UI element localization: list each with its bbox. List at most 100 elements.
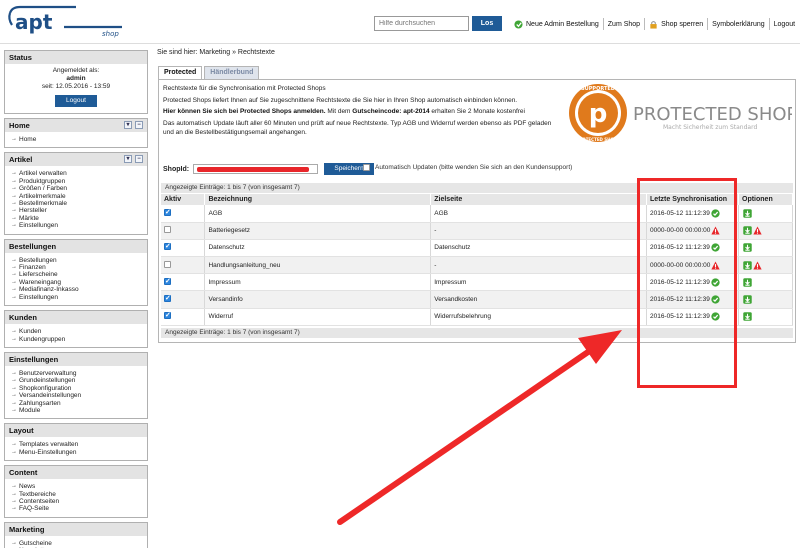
active-checkbox[interactable]	[164, 226, 171, 234]
sidebar-item[interactable]: Shopkonfiguration	[11, 385, 141, 393]
download-icon[interactable]	[743, 295, 752, 304]
minimize-icon[interactable]: −	[135, 121, 143, 129]
header: apt shop Los Neue Admin Bestellung Zum S…	[0, 0, 800, 44]
minimize-icon[interactable]: −	[135, 155, 143, 164]
sidebar-section-title-text: Content	[9, 468, 38, 478]
download-icon[interactable]	[743, 243, 752, 253]
register-link[interactable]: Hier können Sie sich bei Protected Shops…	[163, 108, 326, 115]
active-checkbox[interactable]	[164, 242, 171, 251]
sidebar-item[interactable]: Bestellmerkmale	[11, 200, 141, 208]
logo-sub: shop	[102, 30, 119, 38]
new-admin-order-link[interactable]: Neue Admin Bestellung	[510, 18, 604, 30]
search-button[interactable]: Los	[472, 16, 502, 31]
active-checkbox[interactable]	[164, 208, 171, 216]
sidebar-section-title-text: Einstellungen	[9, 354, 59, 364]
sidebar-item[interactable]: Kundengruppen	[11, 336, 141, 344]
sidebar-item[interactable]: Artikel verwalten	[11, 170, 141, 178]
sidebar-item[interactable]: News	[11, 483, 141, 491]
to-shop-label: Zum Shop	[607, 20, 641, 28]
shopid-input[interactable]	[193, 164, 319, 174]
download-icon[interactable]	[743, 312, 752, 321]
sidebar-item[interactable]: Gutscheine	[11, 540, 141, 548]
sidebar-section-body: BestellungenFinanzenLieferscheineWarenei…	[5, 253, 147, 305]
search-box: Los	[374, 16, 504, 31]
sidebar-section-title-text: Artikel	[9, 155, 33, 165]
active-checkbox[interactable]	[164, 277, 171, 285]
sidebar-item[interactable]: Einstellungen	[11, 294, 141, 302]
sidebar-item[interactable]: Module	[11, 407, 141, 415]
sidebar-section-title-text: Marketing	[9, 524, 45, 534]
tab-protected[interactable]: Protected	[158, 66, 203, 79]
active-cell	[161, 308, 206, 326]
active-cell	[161, 273, 206, 292]
shopid-label: ShopId:	[163, 165, 190, 173]
intro-title: Rechtstexte für die Synchronisation mit …	[163, 85, 326, 92]
warning-icon	[753, 261, 762, 270]
sidebar-item[interactable]: Einstellungen	[11, 222, 141, 230]
sidebar-item[interactable]: Mediafinanz-Inkasso	[11, 286, 141, 294]
add-order-icon	[514, 19, 523, 29]
col-zielseite[interactable]: Zielseite	[430, 194, 648, 205]
active-checkbox[interactable]	[164, 311, 171, 320]
search-input[interactable]	[374, 16, 469, 31]
intro-text: Rechtstexte für die Synchronisation mit …	[163, 84, 563, 138]
download-icon[interactable]	[743, 260, 752, 270]
sidebar-item[interactable]: Zahlungsarten	[11, 400, 141, 408]
sidebar-item[interactable]: Artikelmerkmale	[11, 193, 141, 201]
sidebar-item[interactable]: Größen / Farben	[11, 185, 141, 193]
intro-p2: Hier können Sie sich bei Protected Shops…	[163, 107, 563, 117]
sidebar-item[interactable]: Contentseiten	[11, 498, 141, 506]
collapse-icon[interactable]: ▾	[124, 121, 132, 129]
sidebar-item[interactable]: Wareneingang	[11, 279, 141, 287]
new-admin-order-label: Neue Admin Bestellung	[526, 20, 599, 28]
legend-link[interactable]: Symbolerklärung	[708, 18, 770, 30]
options-cell	[738, 256, 793, 275]
sidebar-section-title-text: Home	[9, 121, 30, 130]
sidebar-section-body: NewsTextbereicheContentseitenFAQ-Seite	[5, 479, 147, 517]
sidebar-section-body: Templates verwaltenMenu-Einstellungen	[5, 437, 147, 460]
sidebar-item[interactable]: Hersteller	[11, 207, 141, 215]
sidebar-sections: Home▾−HomeArtikel▾−Artikel verwaltenProd…	[4, 118, 148, 548]
sidebar-section: Artikel ▾− Artikel verwaltenProduktgruppen…	[4, 152, 148, 235]
tab-haendlerbund[interactable]: Händlerbund	[204, 66, 260, 79]
name-cell: Versandinfo	[204, 290, 432, 309]
sidebar-item[interactable]: Versandeinstellungen	[11, 392, 141, 400]
sidebar-item[interactable]: Grundeinstellungen	[11, 377, 141, 385]
col-options: Optionen	[738, 194, 793, 205]
target-cell: Widerrufsbelehrung	[430, 308, 648, 326]
collapse-icon[interactable]: ▾	[124, 155, 132, 164]
shopid-row: ShopId: Speichern	[163, 163, 375, 175]
active-checkbox[interactable]	[164, 294, 171, 303]
download-icon[interactable]	[743, 209, 752, 218]
col-aktiv[interactable]: Aktiv	[161, 194, 206, 205]
sidebar-item[interactable]: Finanzen	[11, 264, 141, 272]
sidebar: Status Angemeldet als: admin seit: 12.05…	[4, 50, 148, 548]
sidebar-item[interactable]: Bestellungen	[11, 257, 141, 265]
auto-update-checkbox[interactable]	[363, 164, 370, 171]
sidebar-item[interactable]: Textbereiche	[11, 491, 141, 499]
active-checkbox[interactable]	[164, 260, 171, 268]
sidebar-item[interactable]: Kunden	[11, 328, 141, 336]
col-bezeichnung[interactable]: Bezeichnung	[204, 194, 432, 205]
lock-shop-link[interactable]: Shop sperren	[645, 18, 709, 30]
intro-p1: Protected Shops liefert Ihnen auf Sie zu…	[163, 96, 518, 104]
sidebar-item[interactable]: Menu-Einstellungen	[11, 449, 141, 457]
svg-text:apt: apt	[15, 10, 53, 34]
download-icon[interactable]	[743, 278, 752, 287]
active-cell	[161, 256, 206, 275]
sidebar-section: LayoutTemplates verwaltenMenu-Einstellun…	[4, 423, 148, 462]
auto-update-option: Automatisch Updaten (bitte wenden Sie si…	[363, 164, 572, 171]
sidebar-item[interactable]: Benutzerverwaltung	[11, 370, 141, 378]
sidebar-item[interactable]: FAQ-Seite	[11, 505, 141, 513]
to-shop-link[interactable]: Zum Shop	[604, 18, 646, 30]
sidebar-item[interactable]: Lieferscheine	[11, 271, 141, 279]
sidebar-item[interactable]: Märkte	[11, 215, 141, 223]
sidebar-item[interactable]: Produktgruppen	[11, 178, 141, 186]
logout-link[interactable]: Logout	[770, 18, 799, 30]
sidebar-logout-button[interactable]: Logout	[55, 95, 97, 107]
download-icon[interactable]	[743, 226, 752, 236]
apt-logo[interactable]: apt shop	[6, 5, 126, 39]
auto-update-label: Automatisch Updaten (bitte wenden Sie si…	[375, 164, 573, 171]
sidebar-item[interactable]: Templates verwalten	[11, 441, 141, 449]
sidebar-item[interactable]: Home	[11, 136, 141, 144]
